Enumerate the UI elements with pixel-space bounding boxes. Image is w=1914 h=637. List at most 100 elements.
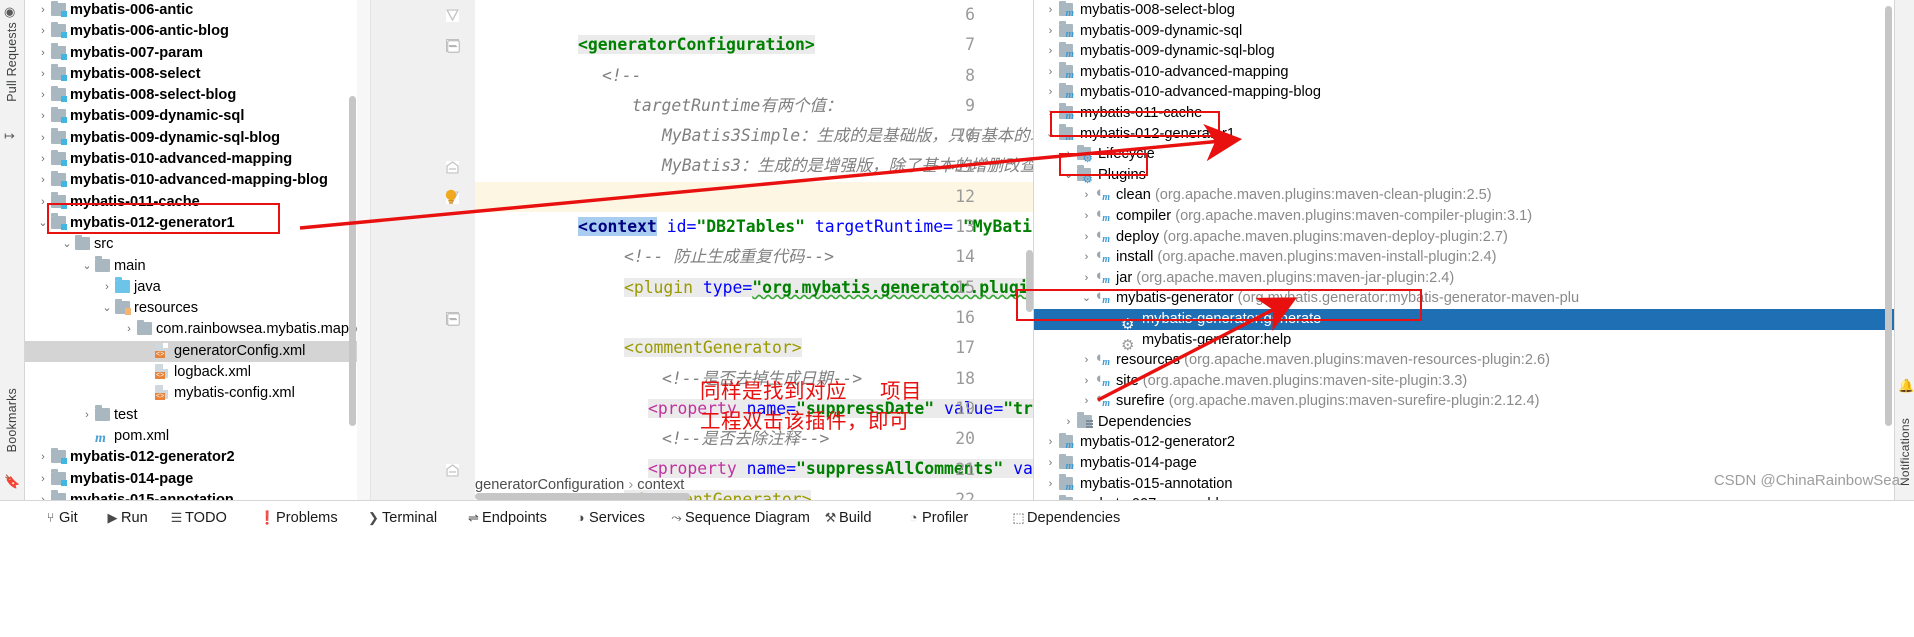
project-tree-item[interactable]: › mybatis-011-cache: [25, 192, 357, 213]
status-bar-run[interactable]: ▶ Run: [104, 501, 148, 535]
fold-collapse-icon[interactable]: [446, 312, 460, 326]
breadcrumb-item-root[interactable]: generatorConfiguration: [475, 477, 624, 493]
maven-tree-item[interactable]: › Lifecycle: [1034, 144, 1894, 165]
fold-collapse-icon[interactable]: [446, 39, 460, 54]
status-bar-problems[interactable]: ❗Problems: [259, 501, 337, 535]
notifications-rail-label[interactable]: Notifications: [1898, 418, 1912, 486]
project-tree-item[interactable]: › mybatis-010-advanced-mapping: [25, 149, 357, 170]
project-tree-item[interactable]: › mybatis-015-annotation: [25, 490, 357, 500]
fold-end-icon[interactable]: [446, 160, 459, 174]
chevron-right-icon[interactable]: ›: [1078, 350, 1095, 371]
chevron-right-icon[interactable]: ›: [1042, 453, 1059, 474]
chevron-down-icon[interactable]: ⌄: [1078, 288, 1095, 309]
fold-triangle-icon[interactable]: [445, 9, 460, 22]
maven-tree-item[interactable]: › mybatis-009-dynamic-sql-blog: [1034, 41, 1894, 62]
project-tree-item[interactable]: logback.xml: [25, 362, 357, 383]
chevron-right-icon[interactable]: ›: [1042, 62, 1059, 83]
chevron-right-icon[interactable]: ›: [1078, 371, 1095, 392]
project-tool-window[interactable]: › mybatis-006-antic › mybatis-006-antic-blo…: [25, 0, 357, 500]
bookmarks-rail-label[interactable]: Bookmarks: [5, 388, 19, 452]
chevron-down-icon[interactable]: ⌄: [35, 213, 51, 234]
chevron-right-icon[interactable]: ›: [35, 106, 51, 127]
maven-tree-item[interactable]: › Dependencies: [1034, 412, 1894, 433]
maven-tree-item[interactable]: › mybatis-012-generator2: [1034, 432, 1894, 453]
project-tree-item[interactable]: › mybatis-014-page: [25, 469, 357, 490]
maven-scrollbar[interactable]: [1884, 0, 1893, 494]
chevron-right-icon[interactable]: ›: [35, 490, 51, 500]
chevron-right-icon[interactable]: ›: [35, 469, 51, 490]
project-tree-item[interactable]: ⌄ main: [25, 256, 357, 277]
maven-tree-item[interactable]: › jar (org.apache.maven.plugins:maven-jar…: [1034, 268, 1894, 289]
breadcrumb-item-context[interactable]: context: [637, 477, 684, 493]
chevron-right-icon[interactable]: ›: [1078, 206, 1095, 227]
chevron-right-icon[interactable]: ›: [1042, 0, 1059, 21]
status-bar-services[interactable]: ◑ Services: [572, 501, 645, 535]
project-tree-item[interactable]: ⌄ resources: [25, 298, 357, 319]
editor-horizontal-scrollbar[interactable]: [475, 492, 1033, 500]
intention-bulb-icon[interactable]: [442, 188, 460, 206]
maven-tree-item[interactable]: ⌄ mybatis-generator (org.mybatis.generato…: [1034, 288, 1894, 309]
status-bar-endpoints[interactable]: ⇌ Endpoints: [465, 501, 547, 535]
chevron-right-icon[interactable]: ›: [35, 149, 51, 170]
project-tree-item[interactable]: › mybatis-009-dynamic-sql-blog: [25, 128, 357, 149]
chevron-right-icon[interactable]: ›: [1078, 185, 1095, 206]
chevron-right-icon[interactable]: ›: [79, 405, 95, 426]
maven-tool-window[interactable]: › mybatis-008-select-blog › mybatis-009-dyn…: [1033, 0, 1894, 500]
chevron-right-icon[interactable]: ›: [1042, 103, 1059, 124]
maven-tree-item[interactable]: mybatis-generator:generate: [1034, 308, 1894, 332]
maven-tree-item[interactable]: › clean (org.apache.maven.plugins:maven-c…: [1034, 185, 1894, 206]
chevron-down-icon[interactable]: ⌄: [1060, 165, 1077, 186]
status-bar-dependencies[interactable]: ⬚ Dependencies: [1010, 501, 1120, 535]
status-bar-terminal[interactable]: ❯ Terminal: [365, 501, 437, 535]
project-tree-item[interactable]: › mybatis-006-antic: [25, 0, 357, 21]
project-tree-item[interactable]: mybatis-config.xml: [25, 383, 357, 404]
project-tree-item[interactable]: m pom.xml: [25, 426, 357, 447]
bookmark-icon[interactable]: 🔖: [4, 474, 20, 490]
maven-tree-item[interactable]: › install (org.apache.maven.plugins:maven…: [1034, 247, 1894, 268]
project-tree-item[interactable]: ⌄ src: [25, 234, 357, 255]
project-tree-item[interactable]: › java: [25, 277, 357, 298]
chevron-right-icon[interactable]: ›: [1042, 432, 1059, 453]
project-tree-item[interactable]: › mybatis-012-generator2: [25, 447, 357, 468]
chevron-right-icon[interactable]: ›: [35, 85, 51, 106]
chevron-down-icon[interactable]: ⌄: [59, 234, 75, 255]
chevron-right-icon[interactable]: ›: [1042, 41, 1059, 62]
maven-tree-item[interactable]: mybatis-generator:help: [1034, 330, 1894, 353]
maven-tree-item[interactable]: › resources (org.apache.maven.plugins:mav…: [1034, 350, 1894, 371]
chevron-right-icon[interactable]: ›: [1042, 474, 1059, 495]
chevron-right-icon[interactable]: ›: [35, 447, 51, 468]
maven-tree-item[interactable]: › site (org.apache.maven.plugins:maven-si…: [1034, 371, 1894, 392]
project-tree-item[interactable]: › mybatis-008-select-blog: [25, 85, 357, 106]
chevron-right-icon[interactable]: ›: [35, 128, 51, 149]
code-editor[interactable]: <generatorConfiguration> <!-- targetRunt…: [357, 0, 1033, 500]
maven-tree-item[interactable]: › compiler (org.apache.maven.plugins:mave…: [1034, 206, 1894, 227]
pull-request-icon[interactable]: ↦: [4, 128, 15, 144]
chevron-right-icon[interactable]: ›: [35, 64, 51, 85]
chevron-right-icon[interactable]: ›: [35, 43, 51, 64]
project-tree-item[interactable]: › mybatis-010-advanced-mapping-blog: [25, 170, 357, 191]
chevron-right-icon[interactable]: ›: [1078, 391, 1095, 412]
project-tree-item[interactable]: › mybatis-009-dynamic-sql: [25, 106, 357, 127]
maven-tree-item[interactable]: › mybatis-014-page: [1034, 453, 1894, 474]
chevron-right-icon[interactable]: ›: [35, 192, 51, 213]
project-tree-item[interactable]: generatorConfig.xml: [25, 340, 357, 363]
bell-icon[interactable]: 🔔: [1898, 378, 1914, 394]
chevron-right-icon[interactable]: ›: [1042, 82, 1059, 103]
status-bar-sequence-diagram[interactable]: ⤳ Sequence Diagram: [668, 501, 810, 535]
chevron-right-icon[interactable]: ›: [35, 170, 51, 191]
project-tree-item[interactable]: › com.rainbowsea.mybatis.mapper: [25, 319, 357, 340]
fold-end-icon[interactable]: [446, 463, 459, 477]
maven-tree-item[interactable]: › mybatis-008-select-blog: [1034, 0, 1894, 21]
maven-tree-item[interactable]: › deploy (org.apache.maven.plugins:maven-…: [1034, 227, 1894, 248]
chevron-down-icon[interactable]: ⌄: [99, 298, 115, 319]
chevron-down-icon[interactable]: ⌄: [79, 256, 95, 277]
maven-tree-item[interactable]: ⌄ mybatis-012-generator1: [1034, 124, 1894, 145]
project-tree-item[interactable]: › mybatis-007-param: [25, 43, 357, 64]
project-tree-item[interactable]: › mybatis-006-antic-blog: [25, 21, 357, 42]
maven-tree-item[interactable]: › mybatis-010-advanced-mapping: [1034, 62, 1894, 83]
maven-tree-item[interactable]: ⌄ Plugins: [1034, 165, 1894, 186]
maven-tree-item[interactable]: › mybatis-010-advanced-mapping-blog: [1034, 82, 1894, 103]
pull-requests-rail-label[interactable]: Pull Requests: [5, 22, 19, 102]
maven-tree-item[interactable]: › mybatis-011-cache: [1034, 103, 1894, 124]
maven-tree-item[interactable]: › surefire (org.apache.maven.plugins:mave…: [1034, 391, 1894, 412]
